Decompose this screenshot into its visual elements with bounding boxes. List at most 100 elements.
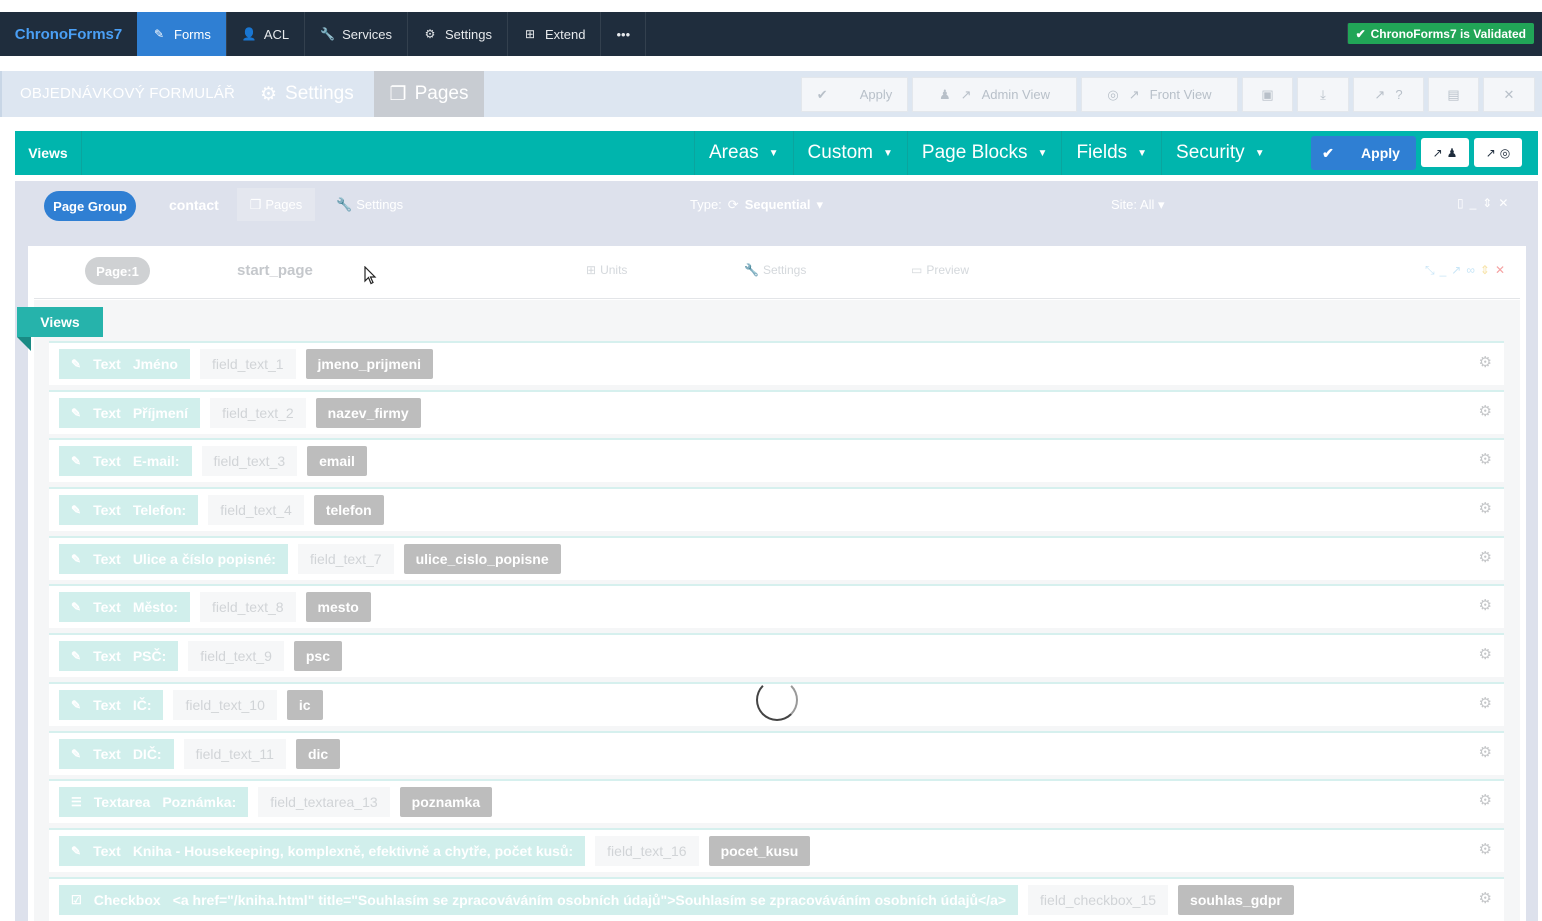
field-row[interactable]: ☰ Textarea Poznámka: field_textarea_13 pozna… xyxy=(49,779,1504,824)
minimize-icon[interactable]: _ xyxy=(1440,263,1447,278)
admin-preview-button[interactable]: ↗ ♟ xyxy=(1421,138,1469,167)
chevron-down-icon: ▼ xyxy=(1137,147,1148,159)
field-type-tag[interactable]: ☰ Textarea Poznámka: xyxy=(59,787,249,818)
field-type-tag[interactable]: ✎ Text IČ: xyxy=(59,689,164,720)
field-type-tag[interactable]: ✎ Text PSČ: xyxy=(59,641,179,672)
page-preview-button[interactable]: ▭ Preview xyxy=(911,263,969,277)
field-row[interactable]: ✎ Text Jméno field_text_1 jmeno_prijmeni ⚙ xyxy=(49,341,1504,385)
save-button[interactable]: ▣ xyxy=(1242,77,1293,112)
sort-icon[interactable]: ⇕ xyxy=(1480,263,1490,278)
page-group-pages-button[interactable]: ❐ Pages xyxy=(237,188,315,221)
book-button[interactable]: ▤ xyxy=(1428,77,1479,112)
gear-icon[interactable]: ⚙ xyxy=(1479,548,1492,566)
form-header-bar: OBJEDNÁVKOVÝ FORMULÁŘ ⚙ Settings ❐ Pages… xyxy=(0,71,1542,117)
download-button[interactable]: ⤓ xyxy=(1297,77,1349,112)
field-type-tag[interactable]: ✎ Text Jméno xyxy=(59,349,190,379)
wrench-icon: 🔧 xyxy=(320,27,336,41)
front-preview-button[interactable]: ↗ ◎ xyxy=(1474,138,1522,167)
nav-forms[interactable]: ✎ Forms xyxy=(137,12,227,56)
nav-more-button[interactable]: ••• xyxy=(601,12,647,56)
file-icon[interactable]: ▯ xyxy=(1457,196,1464,210)
help-button[interactable]: ↗ ? xyxy=(1353,77,1424,112)
page-label[interactable]: Page:1 xyxy=(85,257,150,285)
menu-fields[interactable]: Fields ▼ xyxy=(1061,131,1161,175)
mouse-cursor-icon xyxy=(364,266,377,285)
field-row[interactable]: ✎ Text E-mail: field_text_3 email ⚙ xyxy=(49,438,1504,483)
nav-services[interactable]: 🔧 Services xyxy=(305,12,408,56)
user-secret-icon: ♟ xyxy=(1446,145,1458,160)
page-group-settings-button[interactable]: 🔧 Settings xyxy=(336,197,403,213)
wrench-icon: 🔧 xyxy=(744,263,759,277)
field-row[interactable]: ✎ Text PSČ: field_text_9 psc ⚙ xyxy=(49,633,1504,678)
sitemap-icon: ⊞ xyxy=(524,27,536,41)
page-group-site-select[interactable]: Site: All ▾ xyxy=(1111,197,1165,213)
menu-security[interactable]: Security ▼ xyxy=(1161,131,1279,175)
gear-icon[interactable]: ⚙ xyxy=(1479,353,1492,371)
gear-icon[interactable]: ⚙ xyxy=(1479,694,1492,712)
tab-pages[interactable]: ❐ Pages xyxy=(374,71,484,117)
nav-acl[interactable]: 👤 ACL xyxy=(227,12,306,56)
front-view-label: Front View xyxy=(1149,87,1212,102)
field-row[interactable]: ✎ Text Telefon: field_text_4 telefon ⚙ xyxy=(49,487,1504,532)
field-type-tag[interactable]: ✎ Text Ulice a číslo popisné: xyxy=(59,543,288,574)
edit-icon: ✎ xyxy=(71,600,82,615)
page-group-type[interactable]: Type: ⟳ Sequential ▾ xyxy=(690,197,823,213)
minimize-icon[interactable]: _ xyxy=(1470,196,1477,210)
field-type: Textarea xyxy=(93,794,151,811)
menu-areas[interactable]: Areas ▼ xyxy=(694,131,793,175)
page-name[interactable]: start_page xyxy=(237,262,313,279)
menu-custom[interactable]: Custom ▼ xyxy=(792,131,907,175)
admin-view-button[interactable]: ♟ ↗ Admin View xyxy=(912,77,1077,112)
page-group-actions: ▯ _ ⇕ ✕ xyxy=(1457,196,1508,210)
page-group-label[interactable]: Page Group xyxy=(44,191,136,221)
gear-icon[interactable]: ⚙ xyxy=(1479,791,1492,809)
gear-icon[interactable]: ⚙ xyxy=(1479,889,1492,907)
field-row[interactable]: ✎ Text Kniha - Housekeeping, komplexně, ef… xyxy=(49,827,1504,872)
field-row[interactable]: ☑ Checkbox <a href="/kniha.html" title="So… xyxy=(49,876,1504,921)
field-row[interactable]: ✎ Text Město: field_text_8 mesto ⚙ xyxy=(49,584,1504,629)
gear-icon[interactable]: ⚙ xyxy=(1479,499,1492,517)
gear-icon[interactable]: ⚙ xyxy=(1479,840,1492,858)
brand-logo[interactable]: ChronoForms7 xyxy=(0,12,137,56)
edit-icon: ✎ xyxy=(71,649,82,664)
sort-icon[interactable]: ⇕ xyxy=(1482,196,1492,210)
field-row[interactable]: ✎ Text Ulice a číslo popisné: field_text_7 u… xyxy=(49,535,1504,580)
link-icon[interactable]: ∞ xyxy=(1466,263,1475,278)
refresh-icon: ⟳ xyxy=(727,197,739,212)
menu-page-blocks[interactable]: Page Blocks ▼ xyxy=(906,131,1062,175)
gear-icon[interactable]: ⚙ xyxy=(1479,645,1492,663)
apply-button[interactable]: ✔ Apply xyxy=(801,77,908,112)
close-button[interactable]: ✕ xyxy=(1483,77,1535,112)
field-row[interactable]: ✎ Text Příjmení field_text_2 nazev_firmy ⚙ xyxy=(49,389,1504,434)
gear-icon[interactable]: ⚙ xyxy=(1479,450,1492,468)
close-icon[interactable]: ✕ xyxy=(1495,263,1505,278)
gear-icon[interactable]: ⚙ xyxy=(1479,402,1492,420)
field-type-tag[interactable]: ✎ Text Telefon: xyxy=(59,495,199,526)
page-settings-button[interactable]: 🔧 Settings xyxy=(744,263,806,277)
front-view-button[interactable]: ◎ ↗ Front View xyxy=(1081,77,1238,112)
page-actions: ⤡ _ ↗ ∞ ⇕ ✕ xyxy=(1425,263,1505,278)
views-ribbon: Views xyxy=(17,307,103,337)
nav-extend[interactable]: ⊞ Extend xyxy=(508,12,602,56)
page-group-name[interactable]: contact xyxy=(169,197,219,213)
validated-badge: ✔ ChronoForms7 is Validated xyxy=(1346,23,1534,44)
field-binding: mesto xyxy=(305,592,371,623)
field-type-tag[interactable]: ✎ Text Kniha - Housekeeping, komplexně, ef… xyxy=(59,835,586,866)
gear-icon[interactable]: ⚙ xyxy=(1479,596,1492,614)
compress-icon[interactable]: ⤡ xyxy=(1425,263,1435,278)
tab-settings[interactable]: ⚙ Settings xyxy=(260,71,354,117)
nav-settings[interactable]: ⚙ Settings xyxy=(408,12,508,56)
field-type-tag[interactable]: ☑ Checkbox <a href="/kniha.html" title="So… xyxy=(59,884,1019,915)
field-type-tag[interactable]: ✎ Text DIČ: xyxy=(59,738,174,769)
page-units-label: Units xyxy=(600,263,628,277)
views-apply-button[interactable]: ✔ Apply xyxy=(1311,136,1416,170)
external-link-icon[interactable]: ↗ xyxy=(1451,263,1461,278)
field-type-tag[interactable]: ✎ Text E-mail: xyxy=(59,446,192,477)
gear-icon[interactable]: ⚙ xyxy=(1479,743,1492,761)
page-units-button[interactable]: ⊞ Units xyxy=(586,263,627,277)
field-row[interactable]: ✎ Text DIČ: field_text_11 dic ⚙ xyxy=(49,730,1504,775)
close-icon[interactable]: ✕ xyxy=(1498,196,1508,210)
field-type-tag[interactable]: ✎ Text Příjmení xyxy=(59,397,201,428)
field-label: Příjmení xyxy=(132,404,189,421)
field-type-tag[interactable]: ✎ Text Město: xyxy=(59,592,190,623)
